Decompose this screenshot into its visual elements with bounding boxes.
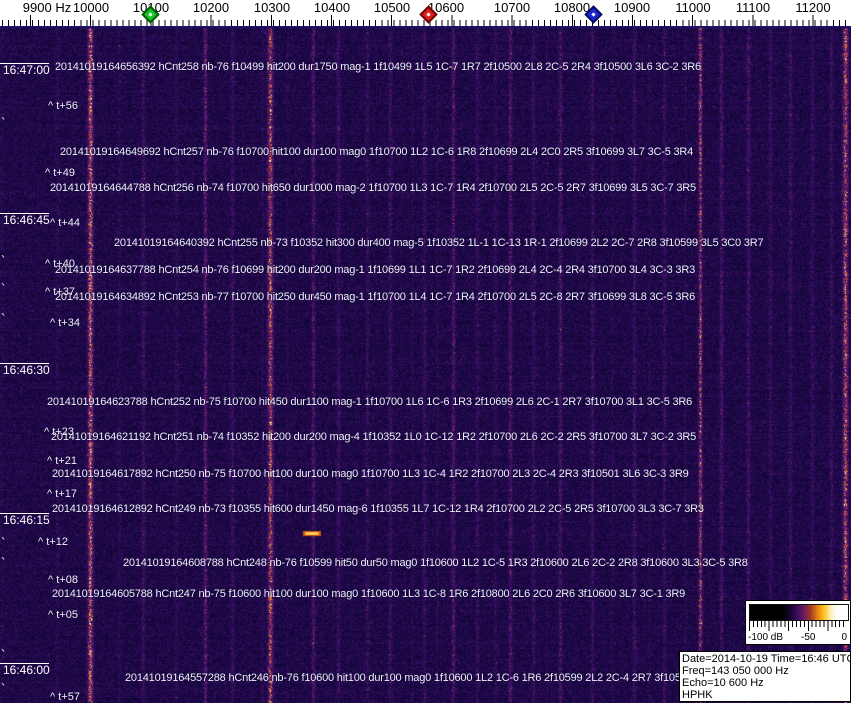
colorbar-label-max: 0 [841,632,847,643]
frequency-ruler: 9900 Hz100001010010200103001040010500106… [0,0,851,26]
info-station: HPHK [682,689,713,701]
freq-label: 10500 [373,0,411,15]
spectrogram-canvas[interactable] [0,26,851,703]
freq-label: 10000 [72,0,110,15]
freq-label: 10400 [313,0,351,15]
freq-label: 11000 [675,0,711,15]
colorbar-gradient [749,604,849,621]
freq-label: 11200 [795,0,831,15]
info-date-time: Date=2014-10-19 Time=16:46 UTC [682,653,851,665]
colorbar-ticks [749,621,847,631]
freq-label: 10700 [493,0,531,15]
freq-label: 11100 [735,0,771,15]
info-freq: Freq=143 050 000 Hz [682,665,789,677]
freq-label: 10200 [192,0,230,15]
freq-label: 10300 [253,0,291,15]
freq-label: 10900 [613,0,651,15]
freq-label: 9900 Hz [22,0,72,15]
spectrogram-app: 9900 Hz100001010010200103001040010500106… [0,0,851,703]
db-colorbar: -100 dB -50 0 [745,600,851,645]
info-echo: Echo=10 600 Hz [682,677,764,689]
colorbar-label-min: -100 dB [748,632,784,643]
colorbar-label-mid: -50 [801,632,816,643]
status-info-box: Date=2014-10-19 Time=16:46 UTC Freq=143 … [679,651,851,702]
